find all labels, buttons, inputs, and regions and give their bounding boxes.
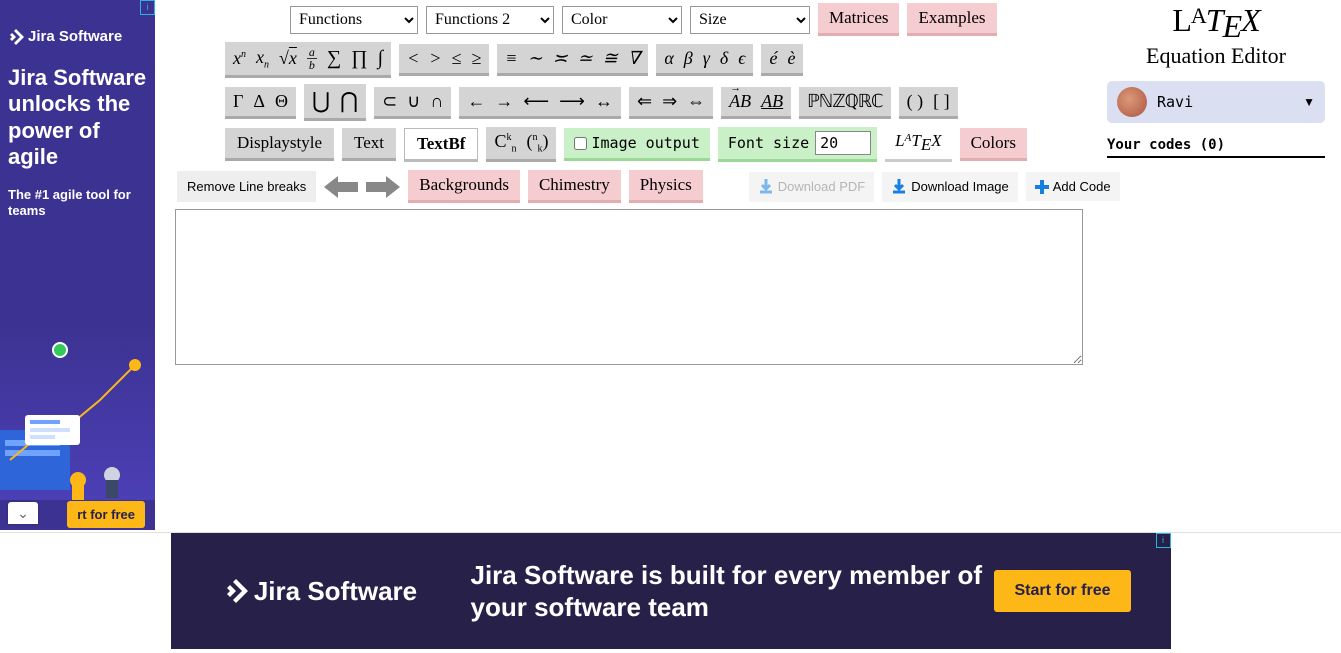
right-panel: LATEX Equation Editor Ravi ▼ Your codes … [1107, 2, 1325, 158]
color-select[interactable]: Color [562, 6, 682, 34]
add-code-button[interactable]: Add Code [1026, 172, 1120, 201]
functions2-select[interactable]: Functions 2 [426, 6, 554, 34]
user-dropdown[interactable]: Ravi ▼ [1107, 81, 1325, 123]
text-button[interactable]: Text [342, 128, 396, 161]
binomial-button[interactable]: Ckn (nk) [486, 127, 556, 162]
collapse-ad-icon[interactable]: ⌄ [8, 502, 38, 524]
image-output-checkbox[interactable] [574, 137, 587, 150]
latex-editor-textarea[interactable] [175, 209, 1083, 365]
sym-group-numbersets[interactable]: ℙℕℤℚℝℂ [799, 87, 890, 119]
examples-button[interactable]: Examples [907, 3, 996, 36]
remove-line-breaks-button[interactable]: Remove Line breaks [177, 171, 316, 202]
physics-button[interactable]: Physics [629, 170, 703, 203]
bottom-ad-bar: i Jira Software Jira Software is built f… [0, 532, 1341, 653]
download-image-button[interactable]: Download Image [882, 172, 1018, 202]
your-codes-header: Your codes (0) [1107, 137, 1325, 158]
font-size-input[interactable] [815, 131, 871, 155]
displaystyle-button[interactable]: Displaystyle [225, 128, 334, 161]
ad-cta-button[interactable]: rt for free [67, 501, 145, 528]
ad-subhead: The #1 agile tool for teams [0, 181, 155, 226]
jira-icon [224, 579, 248, 603]
sym-group-greek-upper[interactable]: ΓΔΘ [225, 87, 296, 119]
ad-logo: Jira Software [0, 0, 155, 55]
sym-group-set[interactable]: ⊂∪∩ [374, 87, 451, 119]
download-pdf-button[interactable]: Download PDF [749, 172, 874, 202]
latex-button[interactable]: LATEX [885, 127, 951, 162]
left-sidebar-ad[interactable]: i Jira Software Jira Software unlocks th… [0, 0, 155, 530]
font-size-group: Font size [718, 127, 877, 162]
colors-button[interactable]: Colors [960, 128, 1027, 161]
ad-text: Jira Software is built for every member … [471, 559, 995, 624]
latex-logo: LATEX [1107, 2, 1325, 45]
user-name: Ravi [1157, 93, 1293, 111]
ad-cta-button[interactable]: Start for free [994, 570, 1130, 612]
sym-group-relations[interactable]: <>≤≥ [399, 44, 489, 76]
chimestry-button[interactable]: Chimestry [528, 170, 621, 203]
backgrounds-button[interactable]: Backgrounds [408, 170, 520, 203]
undo-button[interactable] [324, 176, 358, 198]
download-icon [891, 179, 907, 195]
textbf-button[interactable]: TextBf [404, 128, 479, 162]
ad-info-icon[interactable]: i [1156, 533, 1171, 548]
arrow-right-icon [366, 176, 400, 198]
plus-icon [1035, 180, 1049, 194]
ad-info-icon[interactable]: i [140, 0, 155, 15]
redo-button[interactable] [366, 176, 400, 198]
sym-group-greek-lower[interactable]: αβγδϵ [656, 44, 753, 76]
functions-select[interactable]: Functions [290, 6, 418, 34]
ad-illustration [0, 320, 155, 500]
sym-group-accents[interactable]: éè [761, 44, 803, 76]
matrices-button[interactable]: Matrices [818, 3, 899, 36]
sym-group-powers[interactable]: xn xn √x ab ∑ ∏ ∫ [225, 42, 391, 78]
image-output-toggle[interactable]: Image output [564, 128, 709, 161]
app-subtitle: Equation Editor [1107, 43, 1325, 69]
bottom-ad[interactable]: i Jira Software Jira Software is built f… [171, 533, 1171, 649]
ad-logo: Jira Software [171, 576, 471, 607]
avatar [1117, 87, 1147, 117]
sym-group-vector[interactable]: ABAB [721, 87, 791, 119]
sym-group-brackets[interactable]: ( )[ ] [899, 87, 958, 119]
sym-group-arrows[interactable]: ←→⟵⟶↔ [459, 87, 621, 119]
download-icon [758, 179, 774, 195]
sym-group-darrows[interactable]: ⇐⇒⇔ [629, 87, 713, 119]
sym-group-equiv[interactable]: ≡∼≍≃≅∇ [497, 44, 648, 76]
ad-headline: Jira Software unlocks the power of agile [0, 55, 155, 181]
arrow-left-icon [324, 176, 358, 198]
actions-row: Remove Line breaks Backgrounds Chimestry… [177, 170, 1341, 203]
font-size-label: Font size [728, 134, 809, 152]
jira-icon [8, 29, 24, 45]
chevron-down-icon: ▼ [1303, 95, 1315, 109]
sym-group-bigset[interactable]: ⋃⋂ [304, 84, 366, 121]
size-select[interactable]: Size [690, 6, 810, 34]
